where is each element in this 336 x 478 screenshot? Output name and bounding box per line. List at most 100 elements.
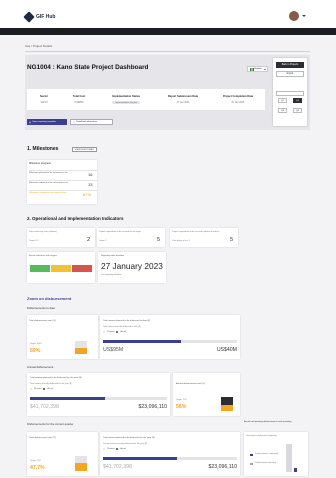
summary-value: US$95M [74,102,84,104]
bar [286,444,292,472]
section-label: Disbursements to date [27,306,55,310]
card-title: Total disbursement rate (%) [29,437,56,439]
target-label: Target: 75% [30,460,41,462]
indicator-label: Sub-contracting costs (millions) [29,231,57,233]
indicator-label: Project expenditure to be incurred (mill… [172,231,220,233]
avatar[interactable] [289,11,299,21]
language-select[interactable]: English [247,66,268,72]
quarter-q4[interactable]: Q4 [293,108,302,113]
card-title: Annual disbursement rate (%) [176,383,205,385]
legend-label: Planned [34,388,42,390]
project-summary: Sector WASH Total Cost US$95M Implementa… [27,89,265,110]
section-label: Annual disbursement [27,365,54,369]
reporting-title: Reporting date deadline [101,255,125,257]
breadcrumb[interactable]: Use / Project Details [25,44,52,48]
annual-rate-card: Annual disbursement rate (%) Target: 75%… [173,373,240,416]
milestone-row-label: Milestone reported to be achieved so far [29,182,69,184]
results-bar-green [30,265,50,272]
reporting-sub: Last reporting deadline [101,274,122,276]
page-title: NG1004 : Kano State Project Dashboard [27,64,149,71]
legend-label: Disbursements pending [255,462,277,464]
legend: Planned Actual [30,388,53,390]
milestone-card-title: Milestone progress [29,161,51,165]
results-bar-yellow [51,265,71,272]
indicator-label: Project expenditure to be incurred for t… [99,231,141,233]
legend-label: Planned [107,448,115,450]
side-chart-heading: Actual and pending disbursements and spe… [244,421,292,423]
disbursement-heading: Zoom on disbursement [27,296,72,301]
export-button[interactable]: Export [276,71,304,77]
legend-dot [116,448,119,450]
quarter-q1[interactable]: Q1 [278,98,287,103]
quarter-q3[interactable]: Q3 [278,108,287,113]
results-card: Result indicators with targets [27,252,95,283]
reporting-card: Reporting date deadline 27 January 2023 … [98,252,166,283]
disbursement-rate-card: Total disbursement rate (%) Target: 100%… [27,315,98,359]
card-title: Total amount planned to be disbursed to … [103,320,151,322]
progress-fill [103,340,181,343]
summary-header: Implementation Status [112,95,140,98]
legend-label: Planned [107,331,115,333]
legend-dot [250,463,253,465]
legend-label: Actual [47,388,53,390]
indicator-card: Project expenditure to be incurred (mill… [170,228,238,247]
indicator-value: 5 [157,237,161,243]
download-button[interactable]: ⇩ Download information [70,119,113,125]
results-title: Result indicators with targets [29,255,57,257]
back-button[interactable]: Back to Projects [276,62,304,68]
summary-value: WASH [40,102,48,104]
download-label: Download information [76,121,98,123]
summary-header: Report Submission Date [167,95,199,98]
rate-actual-block [75,463,87,471]
side-chart-card: Total project disbursed (computed) Disbu… [244,432,308,476]
quarter-amount-card: Total amount planned to be disbursed for… [100,432,240,476]
legend-dot [116,331,119,333]
summary-value: 31 Jan 2025 [231,102,245,104]
legend-dot [103,331,105,333]
quarter-q2[interactable]: Q2 [293,98,302,103]
app-logo[interactable]: GIF Hub [23,11,56,23]
view-milestones-button[interactable]: VIEW MILESTONES [72,147,97,152]
milestones-heading: 1. Milestones [27,146,59,152]
indicator-card: Project expenditure to be incurred for t… [97,228,165,247]
language-label: English [254,68,262,70]
card-title: Total amount planned to be disbursed for… [30,377,82,379]
actual-amount: US$40M [216,347,237,353]
chevron-down-icon [263,68,266,70]
actual-amount: $23,096,110 [138,404,167,410]
milestone-row-value: 16 [88,172,93,177]
annual-amount-card: Total amount planned to be disbursed for… [27,373,170,416]
indicators-heading: 2. Operational and Implementation Indica… [27,216,124,221]
target-label: Target: 75% [176,399,187,401]
quarter-select[interactable] [276,91,304,96]
bar [294,468,297,472]
card-title: Total amount planned to be disbursed for… [103,437,155,439]
legend-label: Actual [120,448,126,450]
indicator-value: 5 [230,237,234,243]
disbursement-amount-card: Total amount planned to be disbursed to … [100,315,240,359]
chevron-down-icon[interactable] [302,15,306,17]
milestone-row-label: Milestone completion rate against plan [29,192,67,194]
app-name: GIF Hub [36,14,56,20]
planned-amount: $41,702,398 [103,464,132,470]
milestone-row-label: Milestone planned to be achieved so far [29,172,68,174]
side-bar-chart [286,444,297,472]
summary-col-cost: Total Cost US$95M [61,89,97,110]
nav-band [0,28,336,35]
indicator-sub: Target: 0.5 [29,240,39,242]
summary-header: Sector [39,95,49,98]
card-title: Total project disbursed (computed) [246,435,277,437]
legend-dot [43,388,46,390]
quarter-row: Q3 Q4 [278,108,302,113]
legend: Planned Actual [103,448,126,450]
summary-col-sector: Sector WASH [27,89,61,110]
flag-icon [249,67,254,71]
indicator-sub: Target: 1 [99,240,107,242]
open-template-button[interactable]: ▤ Open reporting template [27,119,67,125]
reporting-date: 27 January 2023 [101,261,163,271]
milestone-row-value: 87% [83,192,92,197]
card-sub: Current amount actually disbursed for th… [103,443,148,445]
progress-fill [30,397,106,400]
file-icon: ▤ [29,121,32,124]
summary-col-status: Implementation Status Implementation Sta… [97,89,155,110]
